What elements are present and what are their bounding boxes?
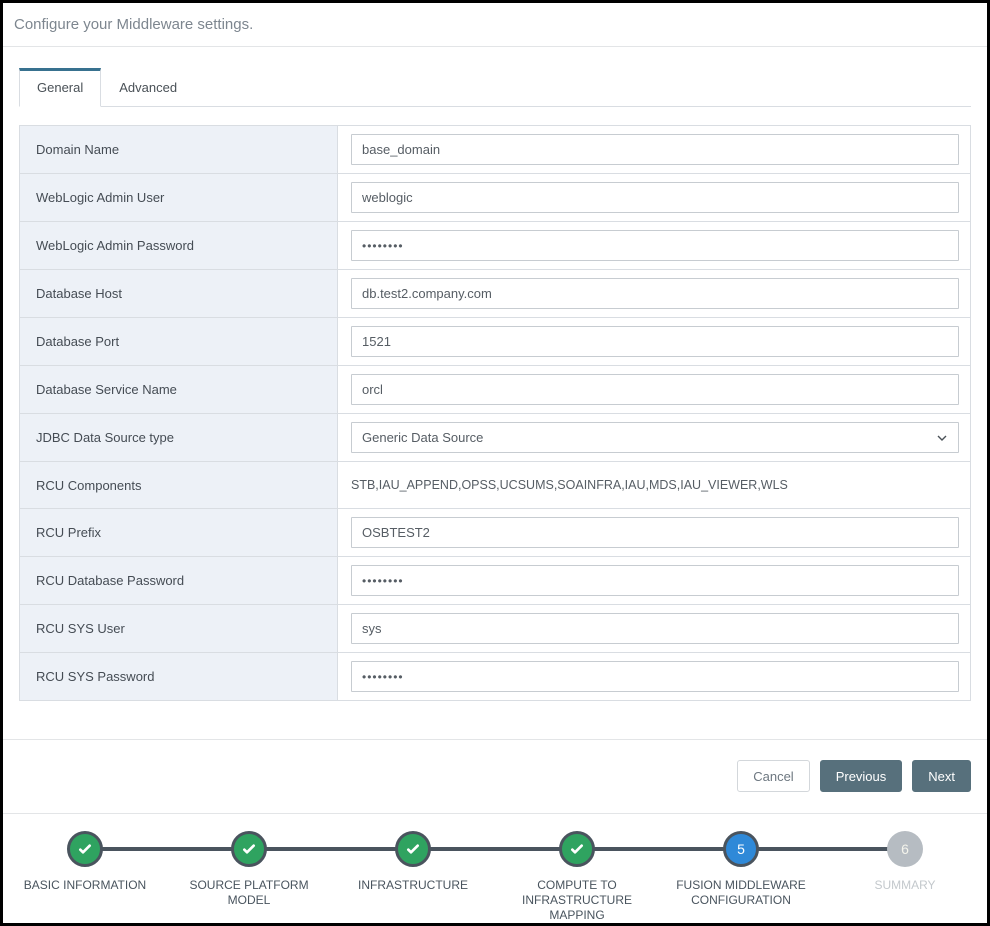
- domain-name-value-cell: [338, 126, 970, 173]
- rcu-components-value-cell: STB,IAU_APPEND,OPSS,UCSUMS,SOAINFRA,IAU,…: [338, 462, 970, 508]
- step-1-label: BASIC INFORMATION: [20, 878, 150, 893]
- rcu-components-label: RCU Components: [20, 462, 338, 508]
- database-service-name-label: Database Service Name: [20, 366, 338, 413]
- database-host-input[interactable]: [351, 278, 959, 309]
- step-6-label: SUMMARY: [870, 878, 939, 893]
- weblogic-admin-password-input[interactable]: [351, 230, 959, 261]
- rcu-database-password-label: RCU Database Password: [20, 557, 338, 604]
- step-basic-information[interactable]: BASIC INFORMATION: [3, 831, 167, 923]
- rcu-prefix-label: RCU Prefix: [20, 509, 338, 556]
- form-row-weblogic-admin-password: WebLogic Admin Password: [20, 222, 970, 270]
- form-row-rcu-prefix: RCU Prefix: [20, 509, 970, 557]
- database-service-name-input[interactable]: [351, 374, 959, 405]
- step-4-completed-circle: [559, 831, 595, 867]
- step-summary: 6 SUMMARY: [823, 831, 987, 923]
- rcu-database-password-input[interactable]: [351, 565, 959, 596]
- domain-name-label: Domain Name: [20, 126, 338, 173]
- step-6-future-circle: 6: [887, 831, 923, 867]
- form-row-rcu-sys-user: RCU SYS User: [20, 605, 970, 653]
- step-2-label: SOURCE PLATFORM MODEL: [169, 878, 329, 908]
- form-row-database-service-name: Database Service Name: [20, 366, 970, 414]
- form-row-database-host: Database Host: [20, 270, 970, 318]
- chevron-down-icon: [936, 432, 948, 444]
- weblogic-admin-password-label: WebLogic Admin Password: [20, 222, 338, 269]
- rcu-sys-password-input[interactable]: [351, 661, 959, 692]
- step-fusion-middleware-configuration[interactable]: 5 FUSION MIDDLEWARE CONFIGURATION: [659, 831, 823, 923]
- rcu-sys-password-value-cell: [338, 653, 970, 700]
- step-4-label: COMPUTE TO INFRASTRUCTURE MAPPING: [497, 878, 657, 923]
- step-compute-to-infrastructure-mapping[interactable]: COMPUTE TO INFRASTRUCTURE MAPPING: [495, 831, 659, 923]
- previous-button[interactable]: Previous: [820, 760, 903, 792]
- settings-form: Domain Name WebLogic Admin User WebLogic…: [19, 125, 971, 701]
- wizard-stepper: BASIC INFORMATION SOURCE PLATFORM MODEL …: [3, 813, 987, 923]
- database-port-input[interactable]: [351, 326, 959, 357]
- jdbc-data-source-type-select[interactable]: Generic Data Source: [351, 422, 959, 453]
- stepper-track: BASIC INFORMATION SOURCE PLATFORM MODEL …: [3, 831, 987, 923]
- jdbc-data-source-type-selected-value: Generic Data Source: [362, 430, 483, 445]
- rcu-sys-user-input[interactable]: [351, 613, 959, 644]
- database-host-value-cell: [338, 270, 970, 317]
- database-service-name-value-cell: [338, 366, 970, 413]
- check-icon: [77, 841, 93, 857]
- domain-name-input[interactable]: [351, 134, 959, 165]
- rcu-prefix-value-cell: [338, 509, 970, 556]
- rcu-sys-user-label: RCU SYS User: [20, 605, 338, 652]
- form-row-database-port: Database Port: [20, 318, 970, 366]
- step-source-platform-model[interactable]: SOURCE PLATFORM MODEL: [167, 831, 331, 923]
- step-5-label: FUSION MIDDLEWARE CONFIGURATION: [661, 878, 821, 908]
- weblogic-admin-user-label: WebLogic Admin User: [20, 174, 338, 221]
- step-1-completed-circle: [67, 831, 103, 867]
- dialog-header: Configure your Middleware settings.: [3, 3, 987, 47]
- rcu-sys-user-value-cell: [338, 605, 970, 652]
- form-row-jdbc-data-source-type: JDBC Data Source type Generic Data Sourc…: [20, 414, 970, 462]
- check-icon: [241, 841, 257, 857]
- tab-strip: General Advanced: [19, 68, 971, 107]
- step-infrastructure[interactable]: INFRASTRUCTURE: [331, 831, 495, 923]
- jdbc-data-source-type-value-cell: Generic Data Source: [338, 414, 970, 461]
- check-icon: [405, 841, 421, 857]
- step-2-completed-circle: [231, 831, 267, 867]
- weblogic-admin-password-value-cell: [338, 222, 970, 269]
- form-row-domain-name: Domain Name: [20, 126, 970, 174]
- step-5-current-circle: 5: [723, 831, 759, 867]
- page-title: Configure your Middleware settings.: [14, 16, 976, 33]
- weblogic-admin-user-input[interactable]: [351, 182, 959, 213]
- weblogic-admin-user-value-cell: [338, 174, 970, 221]
- rcu-components-value: STB,IAU_APPEND,OPSS,UCSUMS,SOAINFRA,IAU,…: [351, 478, 788, 492]
- database-host-label: Database Host: [20, 270, 338, 317]
- form-row-weblogic-admin-user: WebLogic Admin User: [20, 174, 970, 222]
- form-row-rcu-components: RCU Components STB,IAU_APPEND,OPSS,UCSUM…: [20, 462, 970, 509]
- rcu-sys-password-label: RCU SYS Password: [20, 653, 338, 700]
- step-3-completed-circle: [395, 831, 431, 867]
- action-bar: Cancel Previous Next: [3, 740, 987, 813]
- form-row-rcu-database-password: RCU Database Password: [20, 557, 970, 605]
- rcu-database-password-value-cell: [338, 557, 970, 604]
- rcu-prefix-input[interactable]: [351, 517, 959, 548]
- next-button[interactable]: Next: [912, 760, 971, 792]
- form-row-rcu-sys-password: RCU SYS Password: [20, 653, 970, 700]
- jdbc-data-source-type-label: JDBC Data Source type: [20, 414, 338, 461]
- database-port-value-cell: [338, 318, 970, 365]
- middleware-settings-dialog: Configure your Middleware settings. Gene…: [0, 0, 990, 926]
- cancel-button[interactable]: Cancel: [737, 760, 809, 792]
- step-3-label: INFRASTRUCTURE: [354, 878, 472, 893]
- check-icon: [569, 841, 585, 857]
- tab-advanced[interactable]: Advanced: [101, 68, 195, 107]
- tab-general[interactable]: General: [19, 68, 101, 107]
- database-port-label: Database Port: [20, 318, 338, 365]
